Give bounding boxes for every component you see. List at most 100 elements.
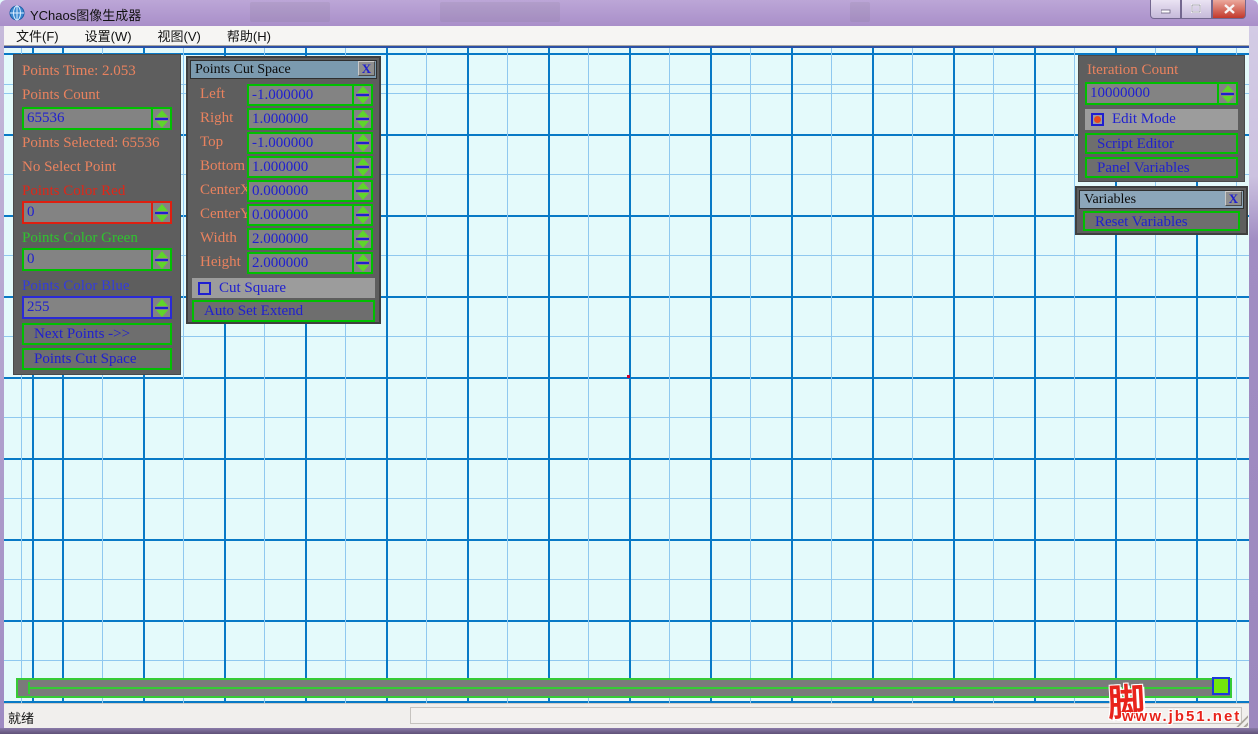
script-editor-button[interactable]: Script Editor xyxy=(1085,133,1238,154)
cut-centery-input[interactable] xyxy=(249,206,352,224)
titlebar-reflection xyxy=(850,2,870,22)
red-value-field xyxy=(22,201,172,224)
points-count-field xyxy=(22,107,172,130)
cut-top-field xyxy=(247,132,373,154)
blue-value-spinner[interactable] xyxy=(151,298,170,317)
menu-help[interactable]: 帮助(H) xyxy=(218,24,280,47)
cut-height-input[interactable] xyxy=(249,254,352,272)
reset-variables-button[interactable]: Reset Variables xyxy=(1083,211,1240,231)
scrollbar-position-tick xyxy=(28,682,30,694)
cut-right-input[interactable] xyxy=(249,110,352,128)
panel-variables-button[interactable]: Panel Variables xyxy=(1085,157,1238,178)
app-window: YChaos图像生成器 文件(F) 设置(W) 视图(V) 帮助(H) Poin… xyxy=(0,0,1258,734)
origin-point xyxy=(627,375,630,378)
points-cut-space-button[interactable]: Points Cut Space xyxy=(22,348,172,370)
cut-square-label: Cut Square xyxy=(219,279,287,296)
cut-centerx-spinner[interactable] xyxy=(352,182,371,200)
no-select-point-label: No Select Point xyxy=(22,159,117,175)
globe-app-icon xyxy=(9,5,25,21)
window-right-border xyxy=(1249,26,1258,734)
cut-left-input[interactable] xyxy=(249,86,352,104)
points-color-red-label: Points Color Red xyxy=(22,183,126,199)
menu-settings[interactable]: 设置(W) xyxy=(76,24,141,47)
points-time-label: Points Time: 2.053 xyxy=(22,63,136,79)
variables-panel-titlebar[interactable]: Variables xyxy=(1079,190,1244,209)
blue-value-field xyxy=(22,296,172,319)
edit-mode-row: Edit Mode xyxy=(1085,109,1238,130)
scrollbar-thumb[interactable] xyxy=(1212,677,1230,695)
titlebar-reflection xyxy=(250,2,330,22)
points-cut-space-panel: Points Cut Space X Left Right Top Bottom xyxy=(186,56,381,324)
maximize-icon xyxy=(1191,4,1201,13)
menu-view[interactable]: 视图(V) xyxy=(149,24,210,47)
menu-bar: 文件(F) 设置(W) 视图(V) 帮助(H) xyxy=(3,26,1249,46)
next-points-button[interactable]: Next Points ->> xyxy=(22,323,172,345)
minimize-button[interactable] xyxy=(1150,0,1181,19)
cut-panel-close-icon[interactable]: X xyxy=(358,61,375,76)
title-bar: YChaos图像生成器 xyxy=(0,0,1258,26)
cut-width-label: Width xyxy=(200,230,237,246)
cut-centery-field xyxy=(247,204,373,226)
points-color-green-label: Points Color Green xyxy=(22,230,138,246)
blue-value-input[interactable] xyxy=(24,298,151,317)
edit-mode-label: Edit Mode xyxy=(1112,111,1176,127)
cut-centerx-input[interactable] xyxy=(249,182,352,200)
cut-top-input[interactable] xyxy=(249,134,352,152)
cut-top-spinner[interactable] xyxy=(352,134,371,152)
points-count-input[interactable] xyxy=(24,109,151,128)
cut-right-label: Right xyxy=(200,110,234,126)
cut-top-label: Top xyxy=(200,134,224,150)
green-value-input[interactable] xyxy=(24,250,151,269)
iteration-count-spinner[interactable] xyxy=(1217,84,1236,103)
variables-panel-close-icon[interactable]: X xyxy=(1225,191,1242,206)
window-title: YChaos图像生成器 xyxy=(30,8,142,23)
variables-panel: Variables X Reset Variables xyxy=(1075,186,1248,235)
auto-set-extend-button[interactable]: Auto Set Extend xyxy=(192,300,375,322)
cut-bottom-input[interactable] xyxy=(249,158,352,176)
scrollbar-track-line xyxy=(28,687,1228,689)
cut-left-spinner[interactable] xyxy=(352,86,371,104)
menu-file[interactable]: 文件(F) xyxy=(7,24,68,47)
status-secondary-cell xyxy=(410,707,1242,724)
cut-left-label: Left xyxy=(200,86,225,102)
close-button[interactable] xyxy=(1212,0,1246,19)
red-value-spinner[interactable] xyxy=(151,203,170,222)
green-value-spinner[interactable] xyxy=(151,250,170,269)
horizontal-scrollbar[interactable] xyxy=(16,678,1232,698)
cut-right-field xyxy=(247,108,373,130)
status-bar: 就绪 xyxy=(3,703,1249,728)
cut-height-label: Height xyxy=(200,254,241,270)
cut-bottom-spinner[interactable] xyxy=(352,158,371,176)
cut-bottom-label: Bottom xyxy=(200,158,246,174)
cut-width-input[interactable] xyxy=(249,230,352,248)
iteration-count-input[interactable] xyxy=(1087,84,1217,103)
window-controls xyxy=(1150,0,1246,19)
cut-right-spinner[interactable] xyxy=(352,110,371,128)
points-count-label: Points Count xyxy=(22,87,100,103)
cut-panel-titlebar[interactable]: Points Cut Space xyxy=(190,60,377,79)
window-left-border xyxy=(0,26,4,734)
cut-height-spinner[interactable] xyxy=(352,254,371,272)
points-selected-label: Points Selected: 65536 xyxy=(22,135,160,151)
red-value-input[interactable] xyxy=(24,203,151,222)
iteration-count-field xyxy=(1085,82,1238,105)
maximize-button[interactable] xyxy=(1181,0,1212,19)
cut-centery-label: CenterY xyxy=(200,206,251,222)
window-bottom-border xyxy=(0,728,1258,734)
cut-bottom-field xyxy=(247,156,373,178)
cut-square-checkbox[interactable] xyxy=(198,281,211,295)
cut-centery-spinner[interactable] xyxy=(352,206,371,224)
points-color-blue-label: Points Color Blue xyxy=(22,278,130,294)
iteration-count-label: Iteration Count xyxy=(1087,62,1179,78)
cut-height-field xyxy=(247,252,373,274)
cut-square-row: Cut Square xyxy=(192,278,375,298)
status-text: 就绪 xyxy=(8,711,35,726)
iteration-panel: Iteration Count Edit Mode Script Editor … xyxy=(1078,55,1245,182)
cut-left-field xyxy=(247,84,373,106)
close-icon xyxy=(1223,4,1235,14)
points-count-spinner[interactable] xyxy=(151,109,170,128)
cut-width-spinner[interactable] xyxy=(352,230,371,248)
points-panel: Points Time: 2.053 Points Count Points S… xyxy=(13,54,181,375)
edit-mode-checkbox[interactable] xyxy=(1091,113,1104,126)
cut-centerx-label: CenterX xyxy=(200,182,251,198)
